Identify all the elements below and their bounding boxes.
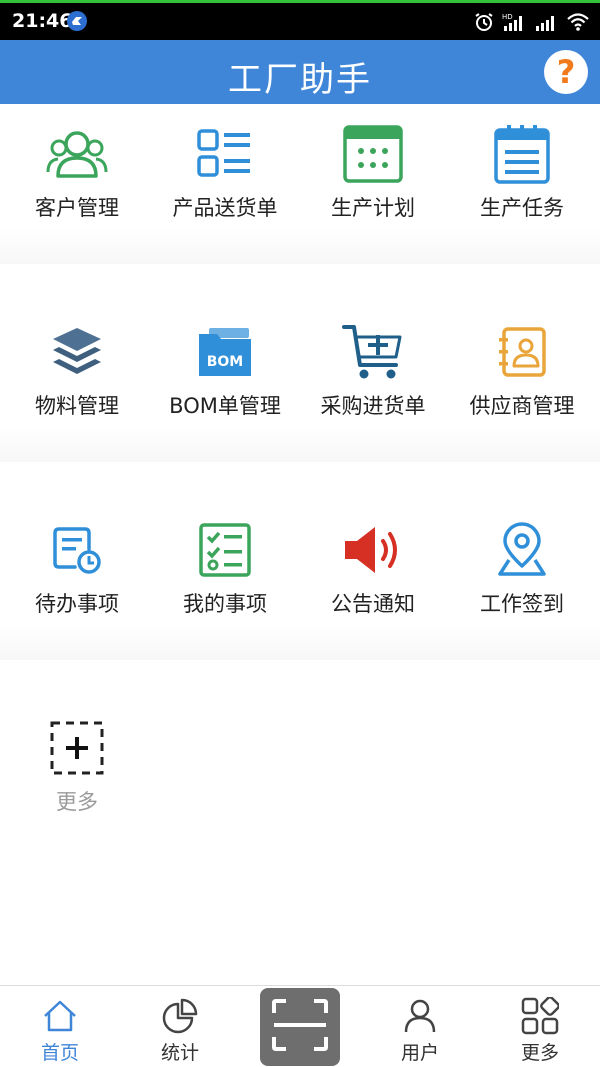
bom-folder-icon: BOM — [193, 320, 257, 384]
app-notification-icon — [66, 10, 88, 32]
grid-item-label: 公告通知 — [331, 592, 415, 616]
todo-clock-icon — [45, 518, 109, 582]
grid-item-label: 待办事项 — [35, 592, 119, 616]
checklist-icon — [193, 518, 257, 582]
tab-more[interactable]: 更多 — [480, 986, 600, 1067]
tab-label: 统计 — [160, 1042, 199, 1064]
grid-item-label: 更多 — [56, 790, 98, 814]
tab-user[interactable]: 用户 — [360, 986, 480, 1067]
tab-label: 更多 — [520, 1042, 559, 1064]
signal-icon — [534, 12, 558, 32]
bottom-tab-bar: 首页 统计 用户 更多 — [0, 985, 600, 1067]
speaker-icon — [341, 518, 405, 582]
help-icon: ? — [556, 53, 576, 91]
wifi-icon — [566, 12, 590, 32]
pie-chart-icon — [160, 996, 200, 1036]
grid-item-label: 生产计划 — [331, 196, 415, 220]
grid-item-label: 物料管理 — [35, 394, 119, 418]
layers-icon — [45, 320, 109, 384]
row-divider — [0, 624, 600, 660]
page-title: 工厂助手 — [228, 60, 372, 100]
title-bar: 工厂助手 ? — [0, 40, 600, 104]
help-button[interactable]: ? — [544, 50, 588, 94]
contact-card-icon — [490, 320, 554, 384]
grid-item-label: 工作签到 — [480, 592, 564, 616]
grid-item-label: 客户管理 — [35, 196, 119, 220]
status-bar: 21:46 HD — [0, 0, 600, 40]
scan-icon — [270, 997, 330, 1057]
notepad-icon — [490, 122, 554, 186]
grid-item-check-in[interactable]: 工作签到 — [447, 500, 597, 640]
svg-text:BOM: BOM — [207, 354, 244, 370]
tab-statistics[interactable]: 统计 — [120, 986, 240, 1067]
status-icons: HD — [474, 9, 590, 35]
grid-item-my-matters[interactable]: 我的事项 — [150, 500, 300, 640]
grid-item-label: 生产任务 — [480, 196, 564, 220]
grid-item-label: BOM单管理 — [169, 394, 281, 418]
location-pin-icon — [490, 518, 554, 582]
grid-item-more[interactable]: 更多 — [2, 698, 152, 838]
signal-hd-icon: HD — [502, 12, 526, 32]
alarm-icon — [474, 12, 494, 32]
grid-item-customers[interactable]: 客户管理 — [2, 104, 152, 244]
grid-item-materials[interactable]: 物料管理 — [2, 302, 152, 442]
add-box-icon — [45, 716, 109, 780]
grid-row: 更多 — [0, 698, 600, 858]
row-divider — [0, 426, 600, 462]
row-divider — [0, 228, 600, 264]
status-time: 21:46 — [12, 10, 73, 32]
grid-item-label: 采购进货单 — [320, 394, 426, 418]
grid-item-announcement[interactable]: 公告通知 — [298, 500, 448, 640]
user-icon — [400, 996, 440, 1036]
tab-home[interactable]: 首页 — [0, 986, 120, 1067]
apps-icon — [520, 996, 560, 1036]
tab-label: 首页 — [40, 1042, 79, 1064]
grid-item-production-plan[interactable]: 生产计划 — [298, 104, 448, 244]
grid-item-label: 产品送货单 — [172, 196, 278, 220]
grid-item-supplier[interactable]: 供应商管理 — [447, 302, 597, 442]
customers-icon — [45, 122, 109, 186]
grid-item-bom[interactable]: BOM BOM单管理 — [150, 302, 300, 442]
list-icon — [193, 122, 257, 186]
grid-item-label: 我的事项 — [183, 592, 267, 616]
home-icon — [40, 996, 80, 1036]
cart-add-icon — [341, 320, 405, 384]
calendar-icon — [341, 122, 405, 186]
grid-item-todo[interactable]: 待办事项 — [2, 500, 152, 640]
grid-item-label: 供应商管理 — [469, 394, 575, 418]
grid-item-purchase[interactable]: 采购进货单 — [298, 302, 448, 442]
tab-label: 用户 — [400, 1042, 439, 1064]
svg-text:HD: HD — [502, 13, 513, 21]
grid-item-product-delivery[interactable]: 产品送货单 — [150, 104, 300, 244]
scan-button[interactable] — [260, 988, 340, 1066]
grid-item-production-task[interactable]: 生产任务 — [447, 104, 597, 244]
